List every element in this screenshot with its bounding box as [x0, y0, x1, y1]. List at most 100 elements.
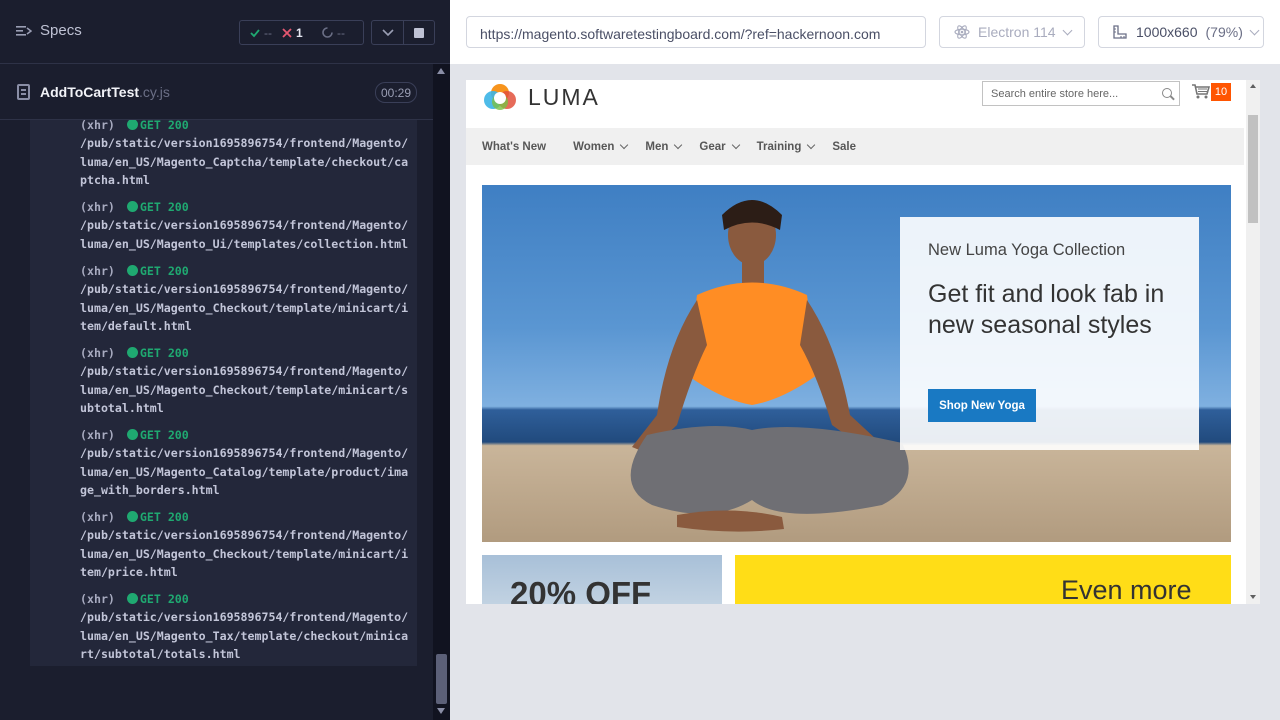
- main-navigation: What's New Women Men Gear Training Sale: [466, 128, 1244, 165]
- luma-logo-icon: [484, 84, 516, 110]
- status-dot-icon: [126, 201, 138, 212]
- reporter-scroll-thumb[interactable]: [436, 654, 447, 704]
- log-entry[interactable]: (xhr) GET 200 /pub/static/version16958967…: [80, 344, 415, 417]
- log-method: GET 200: [139, 346, 189, 360]
- viewport-selector[interactable]: 1000x660 (79%): [1098, 16, 1264, 48]
- check-icon: [250, 28, 260, 37]
- log-path: /pub/static/version1695896754/frontend/M…: [80, 446, 409, 497]
- nav-item-gear[interactable]: Gear: [699, 140, 740, 153]
- cart-icon[interactable]: [1192, 84, 1210, 99]
- chevron-down-icon: [731, 140, 740, 150]
- reporter-scrollbar[interactable]: [433, 64, 450, 720]
- log-method: GET 200: [139, 428, 189, 442]
- promo-card: New Luma Yoga Collection Get fit and loo…: [900, 217, 1199, 450]
- nav-item-men[interactable]: Men: [645, 140, 683, 153]
- store-search-input[interactable]: Search entire store here...: [982, 81, 1180, 106]
- log-entry[interactable]: (xhr) GET 200 /pub/static/version16958967…: [80, 198, 415, 253]
- log-type: (xhr): [80, 200, 115, 214]
- chevron-down-icon: [1062, 25, 1073, 35]
- scroll-down-arrow-icon[interactable]: [1250, 595, 1256, 599]
- document-icon: [17, 84, 30, 100]
- log-type: (xhr): [80, 264, 115, 278]
- discount-text: 20% OFF: [510, 575, 652, 604]
- browser-selector[interactable]: Electron 114: [939, 16, 1085, 48]
- log-path: /pub/static/version1695896754/frontend/M…: [80, 218, 409, 251]
- search-icon[interactable]: [1162, 88, 1172, 98]
- log-entry[interactable]: (xhr) GET 200 /pub/static/version16958967…: [80, 590, 415, 663]
- specs-label: Specs: [40, 22, 82, 39]
- x-icon: [282, 27, 292, 38]
- status-dot-icon: [126, 511, 138, 522]
- spec-name: AddToCartTest.cy.js: [40, 84, 170, 100]
- spec-filename: AddToCartTest: [40, 84, 140, 100]
- passed-count: --: [264, 25, 272, 40]
- aut-iframe: LUMA Search entire store here... 10 What…: [466, 80, 1260, 604]
- chevron-down-icon: [807, 140, 816, 150]
- failed-count: 1: [296, 25, 303, 40]
- expand-toggle-button[interactable]: [371, 20, 404, 45]
- even-more-tile[interactable]: Even more: [735, 555, 1231, 604]
- search-placeholder: Search entire store here...: [991, 88, 1119, 100]
- ruler-icon: [1113, 25, 1127, 39]
- log-method: GET 200: [139, 200, 189, 214]
- url-bar[interactable]: https://magento.softwaretestingboard.com…: [466, 16, 926, 48]
- log-method: GET 200: [139, 120, 189, 132]
- passed-stat: --: [240, 26, 282, 40]
- nav-item-women[interactable]: Women: [573, 140, 629, 153]
- pending-stat: --: [322, 26, 362, 40]
- log-method: GET 200: [139, 510, 189, 524]
- nav-label: Training: [756, 140, 802, 153]
- aut-scroll-thumb[interactable]: [1248, 115, 1258, 223]
- status-dot-icon: [126, 593, 138, 604]
- status-dot-icon: [126, 347, 138, 358]
- test-stats: -- 1 --: [239, 20, 364, 45]
- scroll-down-arrow-icon[interactable]: [437, 708, 445, 714]
- shop-new-yoga-button[interactable]: Shop New Yoga: [928, 389, 1036, 422]
- log-path: /pub/static/version1695896754/frontend/M…: [80, 282, 409, 333]
- log-entry[interactable]: (xhr) GET 200 /pub/static/version16958967…: [80, 262, 415, 335]
- luma-logo[interactable]: LUMA: [482, 80, 600, 114]
- nav-label: Men: [645, 140, 669, 153]
- stop-icon: [414, 27, 424, 38]
- status-dot-icon: [126, 120, 138, 130]
- spec-duration: 00:29: [375, 82, 417, 103]
- log-method: GET 200: [139, 264, 189, 278]
- aut-toolbar: https://magento.softwaretestingboard.com…: [450, 0, 1280, 64]
- command-log: (xhr) GET 200 /pub/static/version16958967…: [30, 120, 417, 666]
- cart-count-badge[interactable]: 10: [1211, 83, 1231, 101]
- log-method: GET 200: [139, 592, 189, 606]
- pending-circle-icon: [322, 27, 333, 38]
- log-entry[interactable]: (xhr) GET 200 /pub/static/version16958967…: [80, 426, 415, 499]
- promo-subtitle: New Luma Yoga Collection: [928, 241, 1126, 259]
- nav-item-sale[interactable]: Sale: [832, 141, 856, 153]
- promo-title: Get fit and look fab in new seasonal sty…: [928, 280, 1165, 339]
- status-dot-icon: [126, 265, 138, 276]
- failed-stat: 1: [282, 26, 322, 40]
- nav-label: Women: [573, 140, 615, 153]
- log-entry[interactable]: (xhr) GET 200 /pub/static/version16958967…: [80, 508, 415, 581]
- viewport-size: 1000x660: [1136, 24, 1198, 40]
- chevron-down-icon: [674, 140, 683, 150]
- log-type: (xhr): [80, 428, 115, 442]
- nav-item-whats-new[interactable]: What's New: [482, 141, 546, 153]
- discount-tile[interactable]: 20% OFF: [482, 555, 722, 604]
- log-path: /pub/static/version1695896754/frontend/M…: [80, 610, 409, 661]
- scroll-up-arrow-icon[interactable]: [1250, 84, 1256, 88]
- status-dot-icon: [126, 429, 138, 440]
- hero-banner[interactable]: New Luma Yoga Collection Get fit and loo…: [482, 185, 1231, 542]
- log-path: /pub/static/version1695896754/frontend/M…: [80, 528, 409, 579]
- luma-wordmark: LUMA: [528, 83, 600, 110]
- nav-item-training[interactable]: Training: [756, 140, 816, 153]
- spec-row[interactable]: AddToCartTest.cy.js 00:29: [0, 65, 433, 120]
- specs-button[interactable]: Specs: [16, 22, 82, 39]
- chevron-down-icon: [1249, 25, 1260, 35]
- electron-icon: [954, 25, 970, 39]
- chevron-down-icon: [381, 28, 394, 36]
- log-entry[interactable]: (xhr) GET 200 /pub/static/version16958967…: [80, 120, 415, 189]
- log-type: (xhr): [80, 346, 115, 360]
- scroll-up-arrow-icon[interactable]: [437, 68, 445, 74]
- log-type: (xhr): [80, 510, 115, 524]
- stop-button[interactable]: [403, 20, 435, 45]
- chevron-down-icon: [620, 140, 629, 150]
- cypress-reporter: Specs -- 1 -- AddToCartTest.cy.js 00:29 …: [0, 0, 450, 720]
